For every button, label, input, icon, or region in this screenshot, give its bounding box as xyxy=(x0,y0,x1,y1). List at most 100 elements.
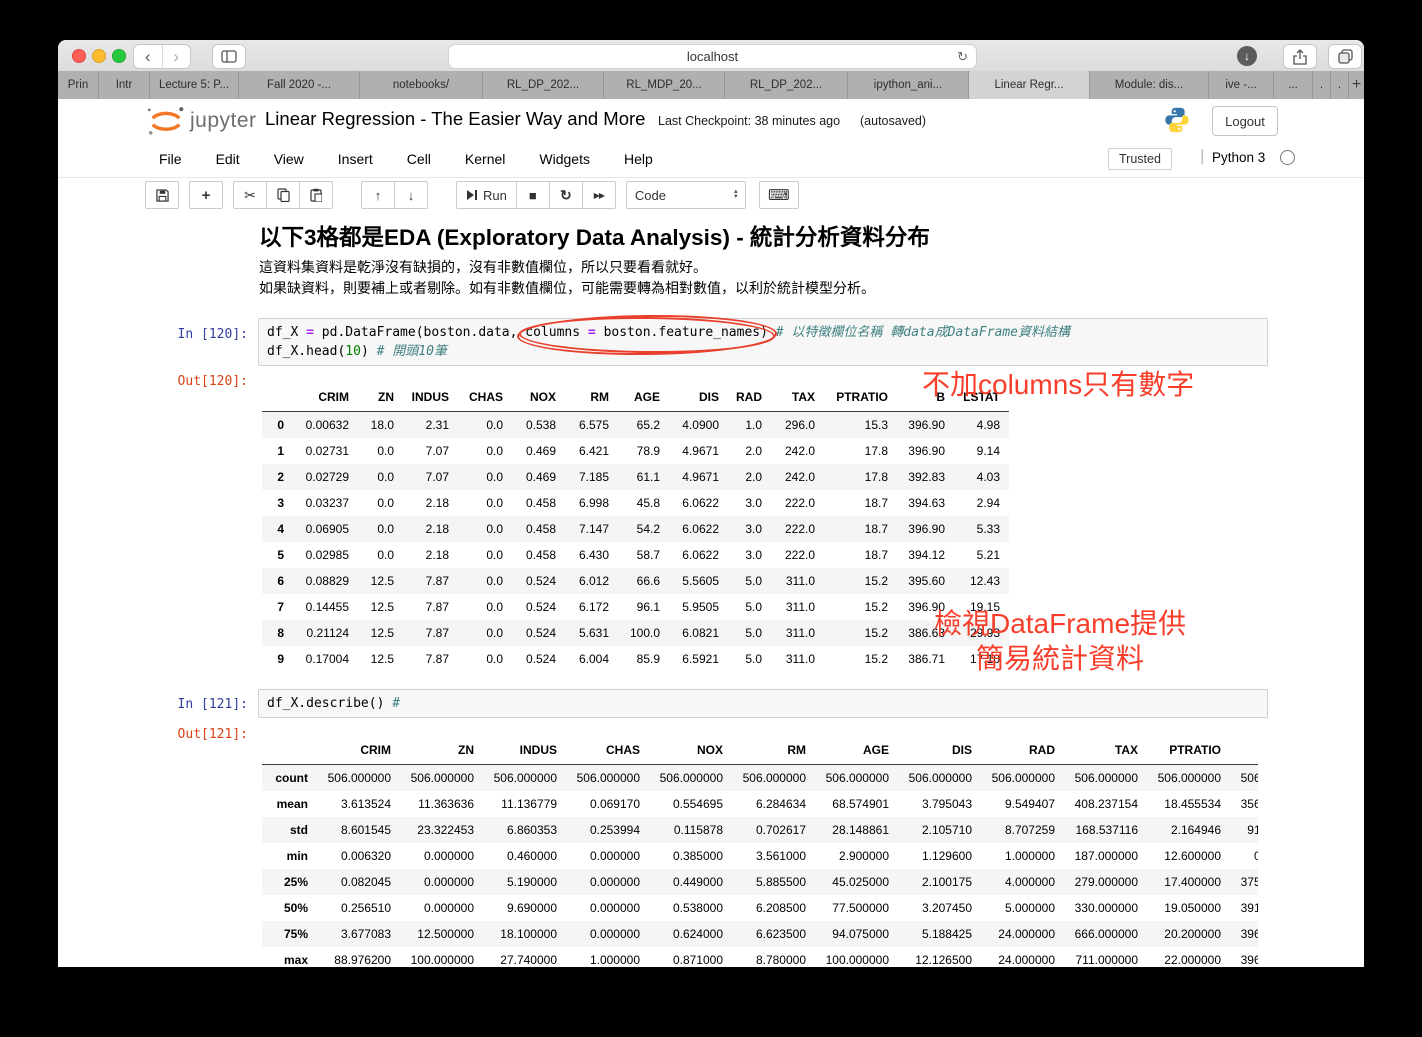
menu-item[interactable]: Insert xyxy=(321,151,390,167)
arrow-up-icon: ↑ xyxy=(374,187,382,203)
menu-items: File Edit View Insert Cell Kernel Widgets Help xyxy=(142,151,670,167)
cell-value: 8.601545 xyxy=(340,823,391,837)
cell-value: 311.0 xyxy=(785,652,815,666)
move-cell-down-button[interactable]: ↓ xyxy=(394,181,428,209)
markdown-paragraph: 這資料集資料是乾淨沒有缺損的，沒有非數值欄位，所以只要看看就好。 如果缺資料，則… xyxy=(259,257,875,299)
browser-tab[interactable]: Fall 2020 -... xyxy=(239,71,360,99)
output-prompt-121: Out[121]: xyxy=(177,727,248,742)
downloads-button[interactable]: ↓ xyxy=(1232,44,1262,67)
browser-tab[interactable]: Intr xyxy=(99,71,150,99)
menu-item[interactable]: Edit xyxy=(199,151,257,167)
browser-tab[interactable]: ... xyxy=(1274,71,1313,99)
browser-tab[interactable]: ive -... xyxy=(1209,71,1274,99)
cut-cell-button[interactable]: ✂ xyxy=(233,181,267,209)
row-index: 7 xyxy=(277,600,284,614)
markdown-line-1: 這資料集資料是乾淨沒有缺損的，沒有非數值欄位，所以只要看看就好。 xyxy=(259,259,707,275)
restart-run-all-button[interactable]: ▶▶ xyxy=(581,181,616,209)
column-header: RM xyxy=(732,736,815,765)
browser-tab[interactable]: RL_DP_202... xyxy=(725,71,848,99)
cell-value: 12.43 xyxy=(969,574,1000,588)
browser-tab[interactable]: notebooks/ xyxy=(360,71,483,99)
browser-tab[interactable]: Prin xyxy=(58,71,99,99)
browser-window: ‹ › localhost ↻ ↓ Prin Intr Lecture 5: P… xyxy=(58,40,1364,967)
cell-value: 395.60 xyxy=(908,574,945,588)
cell-value: 88.976200 xyxy=(334,953,391,967)
table-row: 25% 0.082045 0.000000 5.190000 0.000000 0.449… xyxy=(262,869,1258,895)
paste-cell-button[interactable] xyxy=(299,181,333,209)
cell-value: 0.538 xyxy=(525,418,556,432)
column-header: CHAS xyxy=(458,383,512,412)
cell-value: 0.0 xyxy=(486,652,503,666)
cell-value: 6.998 xyxy=(578,496,609,510)
cell-value: 279.000000 xyxy=(1074,875,1138,889)
browser-tab[interactable]: Linear Regr... xyxy=(969,71,1090,99)
table-row: 2 0.02729 0.0 7.07 0.0 0.469 7.185 61.1 4.9671 2.… xyxy=(262,464,1009,490)
menu-item[interactable]: Cell xyxy=(390,151,448,167)
cell-value: 85.9 xyxy=(636,652,660,666)
move-cell-up-button[interactable]: ↑ xyxy=(361,181,395,209)
trusted-badge[interactable]: Trusted xyxy=(1108,148,1172,170)
command-palette-button[interactable]: ⌨ xyxy=(758,181,799,209)
cell-value: 6.5921 xyxy=(682,652,719,666)
run-cell-button[interactable]: Run xyxy=(456,181,517,209)
logout-button[interactable]: Logout xyxy=(1212,106,1278,136)
cell-value: 2.18 xyxy=(425,522,449,536)
close-window-button[interactable] xyxy=(72,49,86,63)
cell-value: 5.0 xyxy=(745,574,762,588)
interrupt-kernel-button[interactable]: ■ xyxy=(515,181,550,209)
back-button[interactable]: ‹ xyxy=(134,45,163,68)
tab-overview-button[interactable] xyxy=(1328,44,1362,69)
cell-value: 5.190000 xyxy=(506,875,557,889)
cell-value: 392.83 xyxy=(908,470,945,484)
menu-item[interactable]: File xyxy=(142,151,199,167)
code-cell-121[interactable]: df_X.describe() # xyxy=(258,689,1268,718)
red-annotation-describe-line1: 檢視DataFrame提供 xyxy=(933,608,1187,639)
browser-tab[interactable]: ipython_ani... xyxy=(848,71,969,99)
browser-tabbar: Prin Intr Lecture 5: P... Fall 2020 -... not… xyxy=(58,71,1364,100)
cell-value: 0.000000 xyxy=(589,901,640,915)
kernel-name: Python 3 xyxy=(1212,150,1266,165)
cell-value: 94.075000 xyxy=(832,927,889,941)
sidebar-toggle-button[interactable] xyxy=(212,44,246,69)
cell-value: 18.7 xyxy=(864,548,888,562)
zoom-window-button[interactable] xyxy=(112,49,126,63)
red-annotation-describe: 檢視DataFrame提供 簡易統計資料 xyxy=(890,606,1230,676)
new-tab-button[interactable]: + xyxy=(1349,71,1364,99)
forward-button[interactable]: › xyxy=(163,45,191,68)
column-header: CHAS xyxy=(566,736,649,765)
cell-type-select[interactable]: Code ▲ ▼ xyxy=(625,181,746,209)
minimize-window-button[interactable] xyxy=(92,49,106,63)
cell-value: 20.200000 xyxy=(1164,927,1221,941)
browser-tabs: Prin Intr Lecture 5: P... Fall 2020 -... not… xyxy=(58,71,1349,99)
menu-item[interactable]: Kernel xyxy=(448,151,522,167)
reload-icon[interactable]: ↻ xyxy=(957,49,968,65)
browser-tab[interactable]: Lecture 5: P... xyxy=(150,71,239,99)
menu-item[interactable]: View xyxy=(257,151,321,167)
cell-value: 666.000000 xyxy=(1074,927,1138,941)
cell-value: 15.3 xyxy=(864,418,888,432)
notebook-title[interactable]: Linear Regression - The Easier Way and M… xyxy=(265,108,645,130)
insert-cell-button[interactable]: + xyxy=(189,181,223,209)
column-header xyxy=(262,736,317,765)
menu-item[interactable]: Help xyxy=(607,151,670,167)
row-index: 8 xyxy=(277,626,284,640)
save-button[interactable] xyxy=(145,181,179,209)
address-bar[interactable]: localhost ↻ xyxy=(448,44,977,69)
jupyter-logo[interactable]: jupyter xyxy=(145,105,257,137)
browser-tab[interactable]: . xyxy=(1331,71,1349,99)
column-header xyxy=(262,383,293,412)
table-row: 75% 3.677083 12.500000 18.100000 0.000000 0.6… xyxy=(262,921,1258,947)
restart-kernel-button[interactable]: ↻ xyxy=(548,181,583,209)
table-row: 1 0.02731 0.0 7.07 0.0 0.469 6.421 78.9 4.9671 2.… xyxy=(262,438,1009,464)
browser-tab[interactable]: RL_MDP_20... xyxy=(604,71,725,99)
copy-cell-button[interactable] xyxy=(266,181,300,209)
share-button[interactable] xyxy=(1283,44,1317,69)
browser-tab[interactable]: . xyxy=(1313,71,1331,99)
cell-value: 356.674032 xyxy=(1240,797,1258,811)
cell-value: 311.0 xyxy=(785,600,815,614)
menu-item[interactable]: Widgets xyxy=(522,151,607,167)
browser-tab[interactable]: RL_DP_202... xyxy=(483,71,604,99)
browser-tab[interactable]: Module: dis... xyxy=(1090,71,1209,99)
cell-value: 58.7 xyxy=(636,548,660,562)
cell-value: 3.677083 xyxy=(340,927,391,941)
